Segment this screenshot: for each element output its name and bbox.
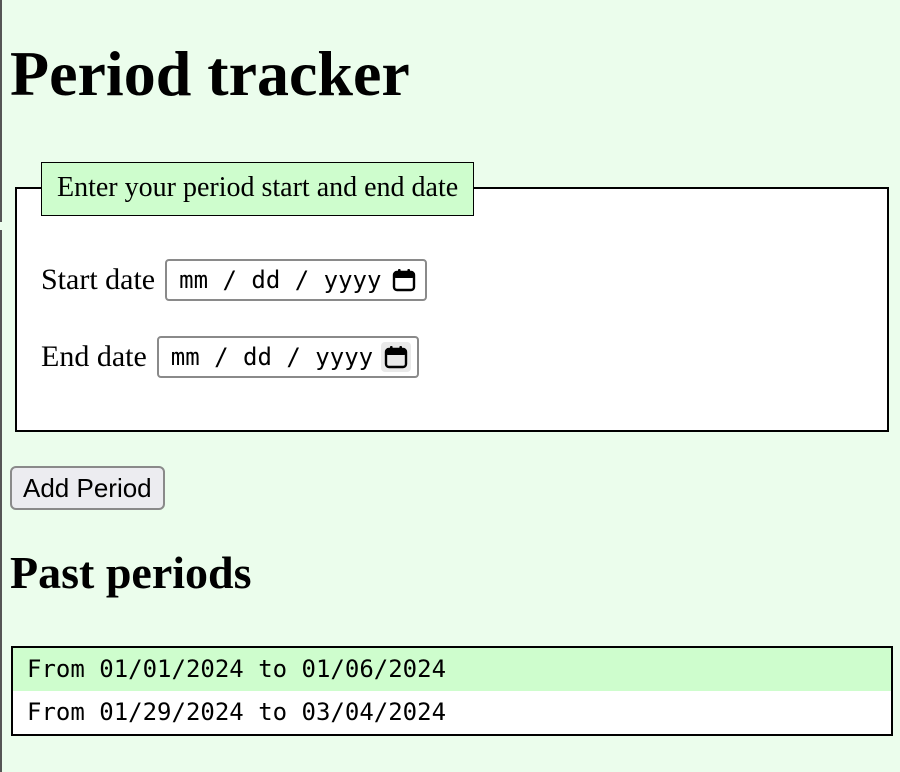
calendar-icon[interactable] [381,342,412,372]
end-date-placeholder: mm / dd / yyyy [170,343,374,371]
end-date-row: End date mm / dd / yyyy [41,335,420,379]
end-date-label: End date [41,340,147,373]
end-date-input[interactable]: mm / dd / yyyy [156,336,420,378]
add-period-button[interactable]: Add Period [10,466,165,510]
list-item: From 01/29/2024 to 03/04/2024 [27,698,447,726]
window-left-edge-gap [0,222,2,230]
past-periods-list: From 01/01/2024 to 01/06/2024 From 01/29… [11,646,893,736]
start-date-row: Start date mm / dd / yyyy [41,258,428,302]
start-date-placeholder: mm / dd / yyyy [179,266,382,294]
period-form-fieldset: Enter your period start and end date Sta… [15,162,889,432]
past-periods-heading: Past periods [10,547,252,598]
page-title: Period tracker [10,38,410,109]
start-date-label: Start date [41,263,156,296]
calendar-icon[interactable] [389,265,419,295]
fieldset-legend: Enter your period start and end date [41,162,475,216]
list-item: From 01/01/2024 to 01/06/2024 [13,648,891,691]
start-date-input[interactable]: mm / dd / yyyy [165,259,428,301]
fieldset-box [15,187,889,432]
window-left-edge [0,0,2,772]
